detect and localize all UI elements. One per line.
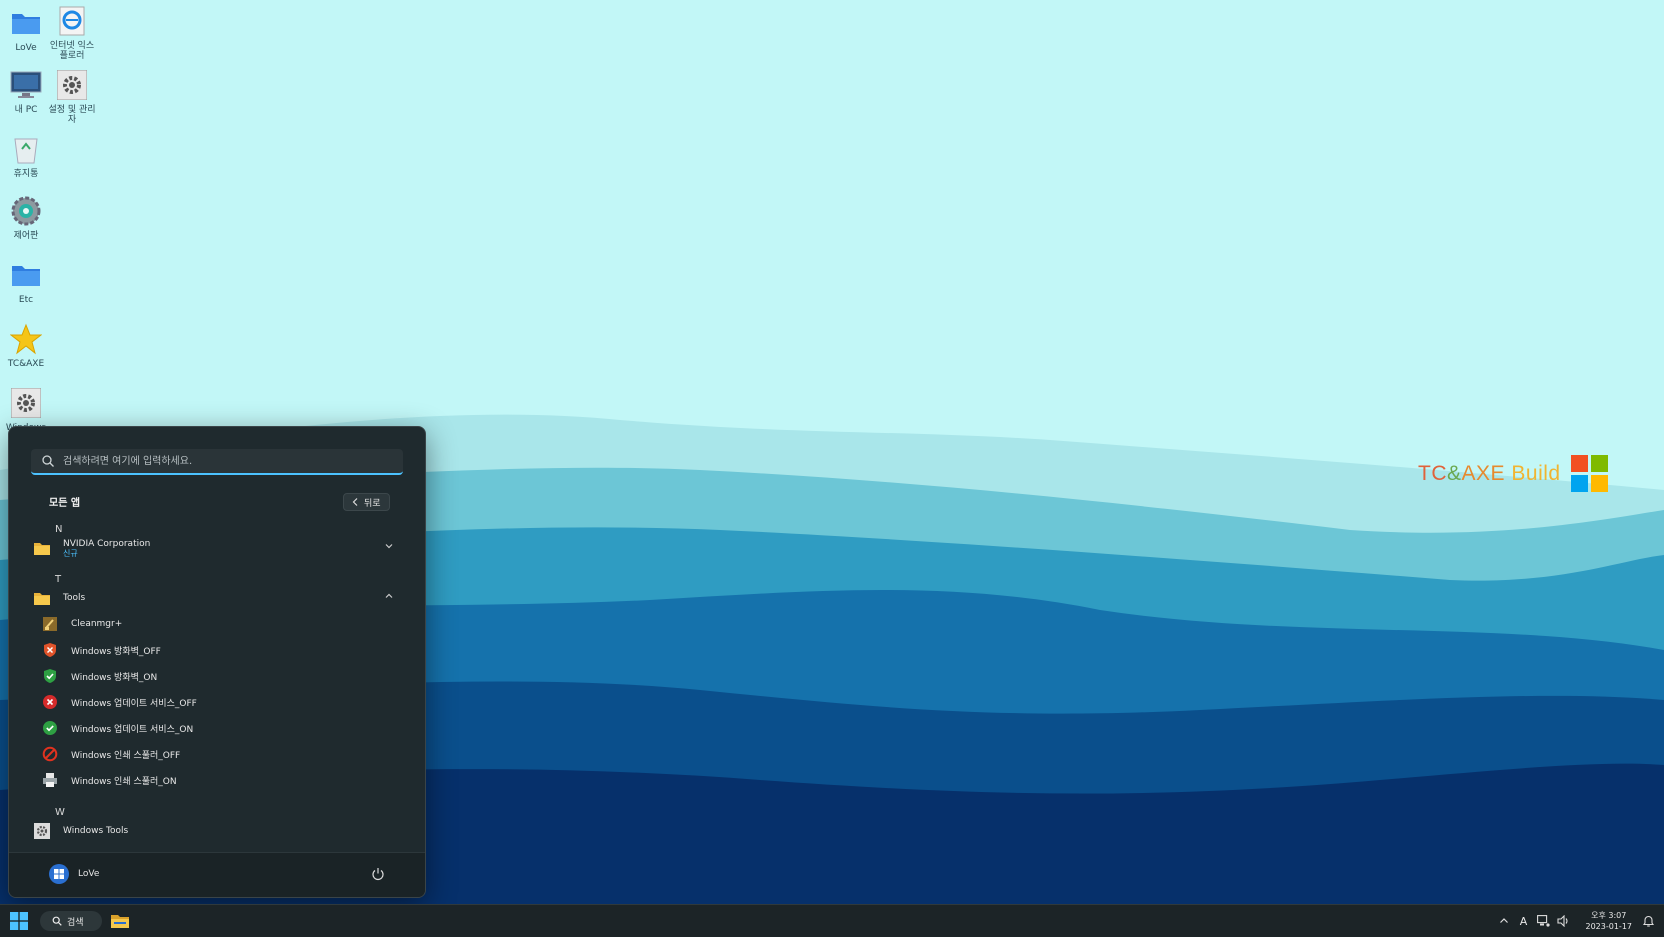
desktop-icon-recycle-bin[interactable]: 휴지통 (0, 132, 52, 179)
app-name: Windows 인쇄 스풀러_OFF (71, 748, 180, 761)
folder-icon (10, 9, 42, 37)
monitor-icon (10, 70, 42, 100)
back-button[interactable]: 뒤로 (343, 493, 390, 511)
desktop-icon-label: 내 PC (0, 105, 52, 115)
taskbar: 검색 A 오후 3:07 2023-01-17 (0, 904, 1664, 937)
recycle-bin-icon (12, 133, 40, 165)
section-letter-n[interactable]: N (55, 524, 62, 535)
search-icon (52, 916, 62, 926)
start-search-box[interactable] (31, 449, 403, 475)
ie-icon (57, 5, 87, 37)
gear-icon (11, 388, 41, 418)
brand-amp: & (1447, 462, 1462, 485)
app-name: Cleanmgr+ (71, 619, 122, 629)
chevron-down-icon[interactable] (383, 540, 395, 552)
taskbar-search-label: 검색 (67, 915, 84, 928)
desktop-icon-label: 인터넷 익스플로러 (46, 41, 98, 61)
brand-tc: TC (1418, 462, 1447, 485)
app-name: Tools (63, 593, 85, 603)
brand-watermark: TC&AXE Build (1418, 455, 1608, 492)
chevron-up-icon[interactable] (1496, 913, 1512, 929)
taskbar-clock[interactable]: 오후 3:07 2023-01-17 (1586, 910, 1633, 932)
all-apps-title: 모든 앱 (49, 494, 80, 509)
desktop-icon-label: Etc (0, 295, 52, 305)
printer-icon (41, 771, 59, 789)
desktop-icon-love[interactable]: LoVe (0, 6, 52, 53)
app-name: Windows 인쇄 스풀러_ON (71, 774, 177, 787)
app-nvidia-corporation[interactable]: NVIDIA Corporation신규 (33, 536, 403, 560)
windows-logo-icon (1571, 455, 1608, 492)
app-print-spooler-off[interactable]: Windows 인쇄 스풀러_OFF (41, 742, 403, 766)
shield-on-icon (41, 667, 59, 685)
star-icon (10, 323, 42, 355)
app-folder-tools[interactable]: Tools (33, 586, 403, 610)
user-account-button[interactable]: LoVe (49, 864, 99, 884)
desktop-icon-label: 설정 및 관리자 (46, 105, 98, 125)
chevron-up-icon[interactable] (383, 590, 395, 602)
folder-icon (10, 261, 42, 289)
app-windows-tools[interactable]: Windows Tools (33, 819, 403, 843)
desktop-icon-label: TC&AXE (0, 359, 52, 369)
taskbar-search-button[interactable]: 검색 (40, 911, 102, 931)
check-circle-icon (41, 719, 59, 737)
user-name: LoVe (78, 869, 99, 879)
control-panel-icon (10, 195, 42, 227)
brand-text: TC&AXE Build (1418, 462, 1561, 486)
folder-icon (33, 539, 51, 557)
app-firewall-off[interactable]: Windows 방화벽_OFF (41, 638, 403, 662)
desktop-icon-etc[interactable]: Etc (0, 258, 52, 305)
app-update-service-off[interactable]: Windows 업데이트 서비스_OFF (41, 690, 403, 714)
folder-icon (33, 589, 51, 607)
app-print-spooler-on[interactable]: Windows 인쇄 스풀러_ON (41, 768, 403, 792)
network-icon[interactable] (1536, 913, 1552, 929)
avatar (49, 864, 69, 884)
desktop-icon-label: LoVe (0, 43, 52, 53)
new-badge: 신규 (63, 549, 150, 558)
prohibited-icon (41, 745, 59, 763)
start-search-input[interactable] (61, 455, 403, 468)
error-circle-icon (41, 693, 59, 711)
windows-logo-icon (54, 869, 64, 879)
file-explorer-icon[interactable] (110, 911, 130, 931)
desktop-icon-control-panel[interactable]: 제어판 (0, 194, 52, 241)
start-menu: 모든 앱 뒤로 N NVIDIA Corporation신규 T Tools C… (8, 426, 426, 898)
gear-icon (33, 822, 51, 840)
app-name: Windows 업데이트 서비스_ON (71, 722, 193, 735)
app-cleanmgr[interactable]: Cleanmgr+ (41, 612, 403, 636)
chevron-left-icon (352, 498, 358, 506)
desktop-icon-label: 휴지통 (0, 169, 52, 179)
start-menu-footer: LoVe (9, 852, 425, 897)
desktop-icon-label: 제어판 (0, 231, 52, 241)
brand-axe: AXE (1462, 462, 1506, 485)
app-name: Windows 방화벽_ON (71, 670, 157, 683)
brand-build: Build (1505, 462, 1561, 485)
notification-bell-icon[interactable] (1640, 913, 1656, 929)
app-update-service-on[interactable]: Windows 업데이트 서비스_ON (41, 716, 403, 740)
app-firewall-on[interactable]: Windows 방화벽_ON (41, 664, 403, 688)
back-button-label: 뒤로 (364, 496, 381, 509)
desktop-icon-settings[interactable]: 설정 및 관리자 (46, 68, 98, 125)
section-letter-t[interactable]: T (55, 574, 61, 585)
app-name: Windows 업데이트 서비스_OFF (71, 696, 197, 709)
clock-date: 2023-01-17 (1586, 921, 1633, 932)
desktop-icon-this-pc[interactable]: 내 PC (0, 68, 52, 115)
section-letter-w[interactable]: W (55, 807, 65, 818)
clock-time: 오후 3:07 (1586, 910, 1633, 921)
cleanmgr-icon (41, 615, 59, 633)
search-icon (41, 454, 55, 468)
start-button[interactable] (10, 912, 28, 930)
ime-indicator[interactable]: A (1516, 913, 1532, 929)
desktop-icon-tcaxe[interactable]: TC&AXE (0, 322, 52, 369)
volume-icon[interactable] (1556, 913, 1572, 929)
app-name: Windows Tools (63, 826, 128, 836)
gear-icon (57, 70, 87, 100)
shield-off-icon (41, 641, 59, 659)
power-icon[interactable] (371, 867, 385, 881)
app-name: Windows 방화벽_OFF (71, 644, 161, 657)
system-tray: A 오후 3:07 2023-01-17 (1496, 905, 1664, 937)
app-name: NVIDIA Corporation (63, 539, 150, 549)
desktop-icon-ie[interactable]: 인터넷 익스플로러 (46, 4, 98, 61)
